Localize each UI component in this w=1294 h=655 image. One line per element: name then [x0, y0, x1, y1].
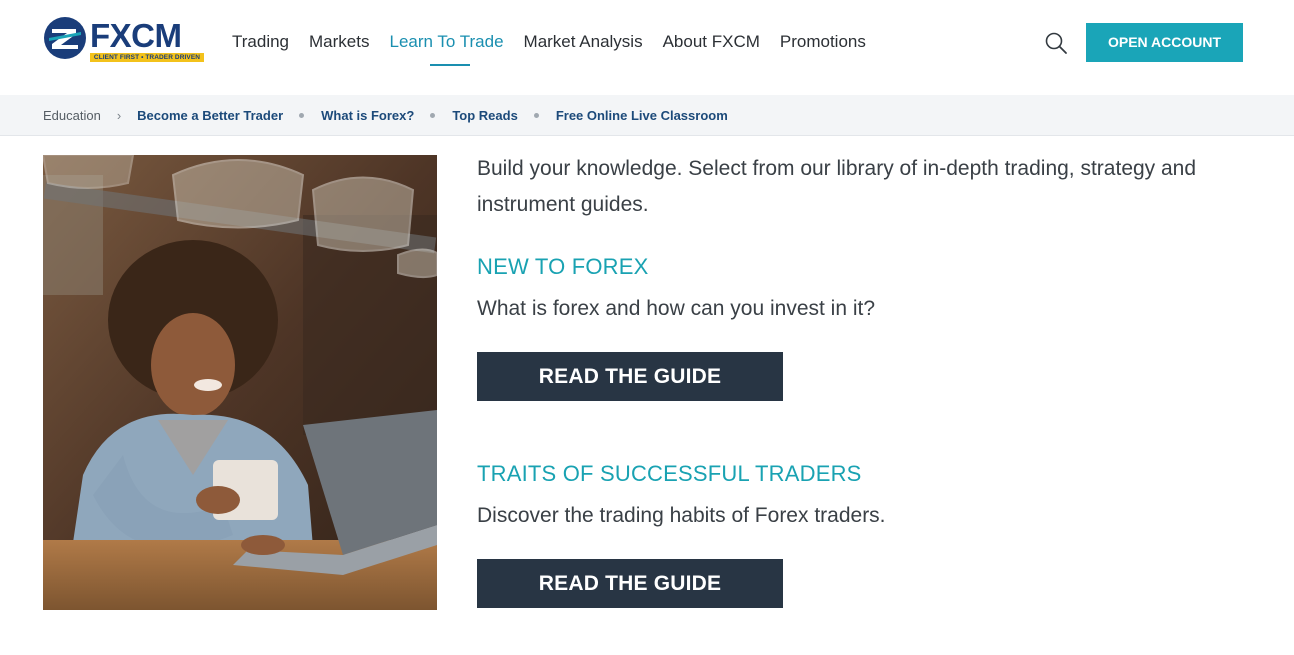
breadcrumb-root[interactable]: Education [43, 108, 101, 123]
breadcrumb: Education › Become a Better Trader What … [0, 95, 1294, 136]
main-nav: Trading Markets Learn To Trade Market An… [232, 31, 886, 53]
section-description: What is forex and how can you invest in … [477, 297, 876, 320]
active-nav-underline [430, 64, 470, 66]
breadcrumb-link-what-is-forex[interactable]: What is Forex? [321, 108, 414, 123]
separator-dot [430, 113, 436, 118]
intro-text: Build your knowledge. Select from our li… [477, 157, 1197, 216]
section-description: Discover the trading habits of Forex tra… [477, 504, 886, 527]
open-account-button[interactable]: OPEN ACCOUNT [1086, 23, 1243, 62]
section-title-traits: TRAITS OF SUCCESSFUL TRADERS [477, 461, 862, 486]
logo-wordmark: FXCM [90, 17, 182, 54]
section-title-new-to-forex: NEW TO FOREX [477, 254, 649, 279]
woman-with-laptop-image [43, 155, 437, 610]
nav-learn-to-trade[interactable]: Learn To Trade [389, 31, 503, 53]
hero-photo [43, 155, 437, 610]
separator-dot [299, 113, 305, 118]
breadcrumb-link-live-classroom[interactable]: Free Online Live Classroom [556, 108, 728, 123]
fxcm-z-logo-icon [44, 17, 86, 59]
breadcrumb-link-top-reads[interactable]: Top Reads [452, 108, 518, 123]
nav-market-analysis[interactable]: Market Analysis [524, 31, 643, 53]
site-header: FXCM CLIENT FIRST • TRADER DRIVEN Tradin… [0, 0, 1294, 95]
nav-about-fxcm[interactable]: About FXCM [663, 31, 760, 53]
logo-tagline: CLIENT FIRST • TRADER DRIVEN [90, 53, 204, 62]
read-the-guide-button[interactable]: READ THE GUIDE [477, 352, 783, 401]
read-the-guide-button[interactable]: READ THE GUIDE [477, 559, 783, 608]
fxcm-logo[interactable]: FXCM CLIENT FIRST • TRADER DRIVEN [43, 16, 205, 64]
separator-dot [533, 113, 539, 118]
nav-markets[interactable]: Markets [309, 31, 369, 53]
nav-promotions[interactable]: Promotions [780, 31, 866, 53]
search-icon[interactable] [1044, 31, 1068, 55]
chevron-right-icon: › [116, 108, 122, 123]
nav-trading[interactable]: Trading [232, 31, 289, 53]
breadcrumb-link-better-trader[interactable]: Become a Better Trader [137, 108, 283, 123]
main-content: Build your knowledge. Select from our li… [477, 151, 1257, 608]
